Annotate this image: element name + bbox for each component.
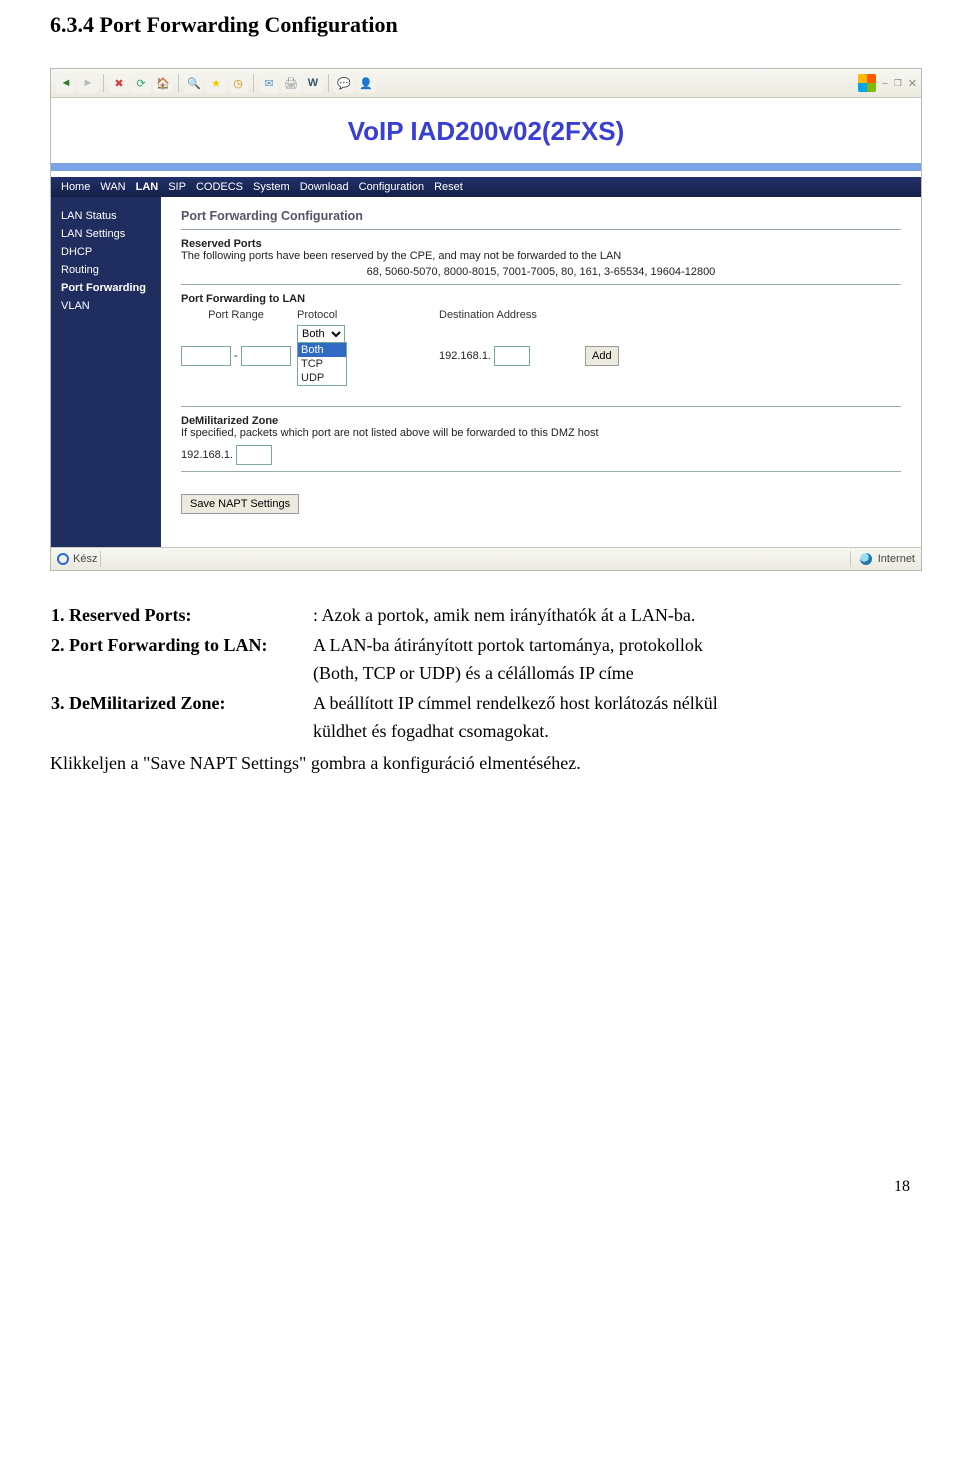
close-window-icon[interactable]: ✕: [908, 77, 917, 90]
back-icon[interactable]: ◄: [56, 73, 76, 93]
sidebar: LAN Status LAN Settings DHCP Routing Por…: [51, 197, 161, 547]
port-from-input[interactable]: [181, 346, 231, 366]
product-title: VoIP IAD200v02(2FXS): [51, 116, 921, 147]
sidebar-item-portforwarding[interactable]: Port Forwarding: [51, 279, 161, 297]
reserved-ports-title: Reserved Ports: [181, 238, 901, 250]
discuss-icon[interactable]: 💬: [334, 73, 354, 93]
dmz-title: DeMilitarized Zone: [181, 415, 901, 427]
panel-title: Port Forwarding Configuration: [181, 209, 901, 223]
col-dest: Destination Address: [439, 309, 579, 321]
favorites-icon[interactable]: ★: [206, 73, 226, 93]
dmz-ip-row: 192.168.1.: [181, 445, 901, 465]
refresh-icon[interactable]: ⟳: [131, 73, 151, 93]
separator-icon: [100, 551, 101, 567]
nav-config[interactable]: Configuration: [359, 181, 424, 193]
reserved-ports-list: 68, 5060-5070, 8000-8015, 7001-7005, 80,…: [181, 266, 901, 278]
proto-option-both[interactable]: Both: [298, 343, 346, 357]
save-napt-button[interactable]: Save NAPT Settings: [181, 494, 299, 514]
forward-icon[interactable]: ►: [78, 73, 98, 93]
print-icon[interactable]: 🖨: [281, 73, 301, 93]
page-number: 18: [50, 1178, 910, 1196]
exp-2-label: 2. Port Forwarding to LAN:: [51, 635, 267, 655]
sidebar-item-lanstatus[interactable]: LAN Status: [51, 207, 161, 225]
col-protocol: Protocol: [297, 309, 367, 321]
protocol-dropdown-list: Both TCP UDP: [297, 342, 347, 386]
separator-icon: [103, 74, 104, 92]
globe-icon: [860, 553, 872, 565]
msgr-icon[interactable]: 👤: [356, 73, 376, 93]
mail-icon[interactable]: ✉: [259, 73, 279, 93]
windows-logo-icon: [858, 74, 876, 92]
explanation-block: 1. Reserved Ports: : Azok a portok, amik…: [50, 601, 910, 778]
exp-2-text-a: A LAN-ba átirányított portok tartománya,…: [313, 635, 703, 655]
separator-icon: [850, 551, 851, 567]
portforwarding-title: Port Forwarding to LAN: [181, 293, 901, 305]
nav-home[interactable]: Home: [61, 181, 90, 193]
exp-1-text: : Azok a portok, amik nem irányíthatók á…: [313, 605, 695, 625]
port-range-cell: -: [181, 346, 291, 366]
exp-3-text-a: A beállított IP címmel rendelkező host k…: [313, 693, 718, 713]
exp-3-label: 3. DeMilitarized Zone:: [51, 693, 225, 713]
history-icon[interactable]: ◷: [228, 73, 248, 93]
ie-icon: [57, 553, 69, 565]
word-icon[interactable]: W: [303, 73, 323, 93]
main-nav: Home WAN LAN SIP CODECS System Download …: [51, 177, 921, 197]
dmz-text: If specified, packets which port are not…: [181, 427, 901, 439]
add-button[interactable]: Add: [585, 346, 619, 366]
exp-end: Klikkeljen a "Save NAPT Settings" gombra…: [50, 750, 910, 778]
browser-window: ◄ ► ✖ ⟳ 🏠 🔍 ★ ◷ ✉ 🖨 W 💬 👤 – ❐ ✕ VoIP IAD…: [50, 68, 922, 571]
exp-2-text-b: (Both, TCP or UDP) és a célállomás IP cí…: [313, 663, 634, 683]
col-portrange: Port Range: [181, 309, 291, 321]
stop-icon[interactable]: ✖: [109, 73, 129, 93]
dest-cell: 192.168.1.: [439, 346, 579, 366]
proto-option-udp[interactable]: UDP: [298, 371, 346, 385]
dmz-octet-input[interactable]: [236, 445, 272, 465]
nav-codecs[interactable]: CODECS: [196, 181, 243, 193]
sidebar-item-dhcp[interactable]: DHCP: [51, 243, 161, 261]
browser-toolbar: ◄ ► ✖ ⟳ 🏠 🔍 ★ ◷ ✉ 🖨 W 💬 👤 – ❐ ✕: [51, 69, 921, 98]
zone-text: Internet: [878, 553, 915, 565]
sidebar-item-lansettings[interactable]: LAN Settings: [51, 225, 161, 243]
nav-sip[interactable]: SIP: [168, 181, 186, 193]
exp-3-text-b: küldhet és fogadhat csomagokat.: [313, 721, 549, 741]
nav-lan[interactable]: LAN: [136, 181, 159, 193]
protocol-select[interactable]: Both: [297, 325, 345, 343]
status-text: Kész: [73, 553, 97, 565]
status-bar: Kész Internet: [51, 547, 921, 570]
search-icon[interactable]: 🔍: [184, 73, 204, 93]
home-icon[interactable]: 🏠: [153, 73, 173, 93]
port-to-input[interactable]: [241, 346, 291, 366]
page-header: VoIP IAD200v02(2FXS): [51, 98, 921, 177]
nav-system[interactable]: System: [253, 181, 290, 193]
minimize-icon[interactable]: –: [882, 78, 888, 89]
dest-prefix: 192.168.1.: [439, 350, 491, 362]
nav-download[interactable]: Download: [300, 181, 349, 193]
nav-reset[interactable]: Reset: [434, 181, 463, 193]
sidebar-item-vlan[interactable]: VLAN: [51, 297, 161, 315]
nav-wan[interactable]: WAN: [100, 181, 125, 193]
separator-icon: [328, 74, 329, 92]
separator-icon: [178, 74, 179, 92]
exp-1-label: 1. Reserved Ports:: [51, 605, 191, 625]
sidebar-item-routing[interactable]: Routing: [51, 261, 161, 279]
section-title: 6.3.4 Port Forwarding Configuration: [50, 12, 910, 38]
dmz-prefix: 192.168.1.: [181, 449, 233, 461]
main-panel: Port Forwarding Configuration Reserved P…: [161, 197, 921, 547]
proto-option-tcp[interactable]: TCP: [298, 357, 346, 371]
maximize-icon[interactable]: ❐: [894, 78, 902, 89]
dest-octet-input[interactable]: [494, 346, 530, 366]
separator-icon: [253, 74, 254, 92]
reserved-ports-text: The following ports have been reserved b…: [181, 250, 901, 262]
